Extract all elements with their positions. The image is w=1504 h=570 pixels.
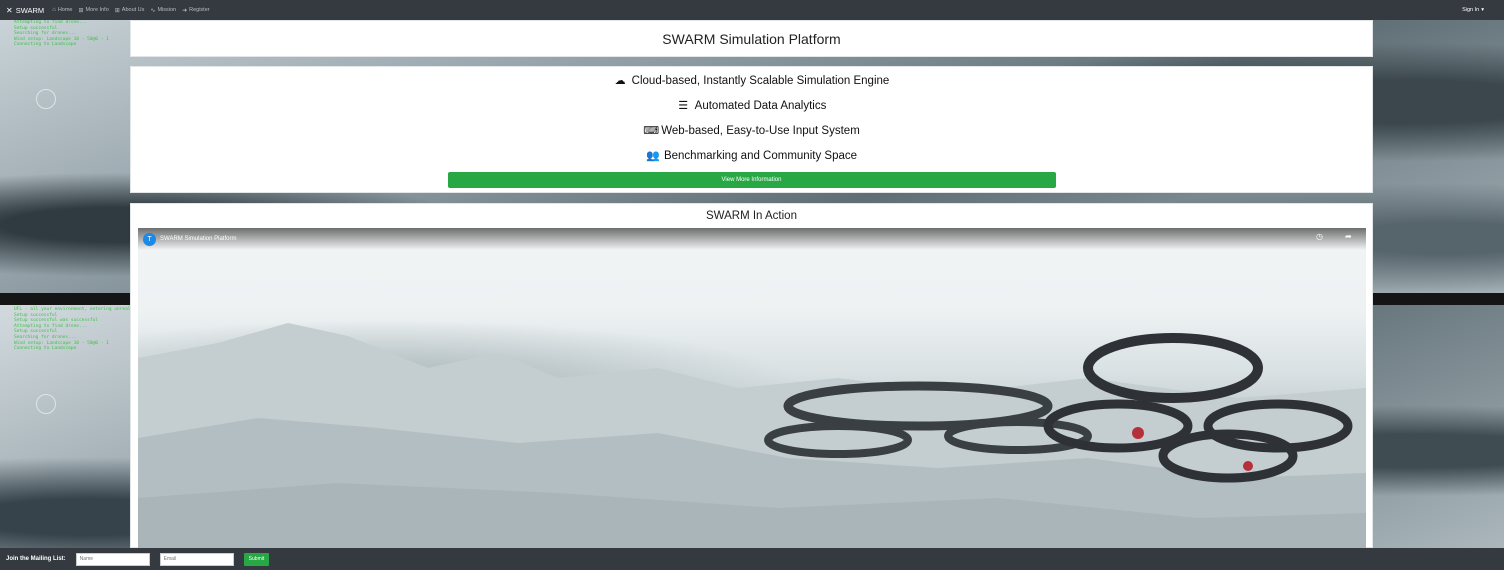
swarm-logo-icon: ✕ bbox=[6, 5, 13, 15]
watch-later-clock-icon[interactable]: ◷ bbox=[1316, 232, 1323, 241]
brand-link[interactable]: ✕ SWARM bbox=[6, 6, 44, 15]
share-arrow-icon[interactable]: ➦ bbox=[1345, 232, 1352, 241]
nav-link-label: About Us bbox=[121, 7, 145, 13]
nav-link-label: More Info bbox=[85, 7, 109, 13]
mission-icon: ∿ bbox=[150, 7, 156, 14]
nav-link-register[interactable]: ➜ Register bbox=[182, 7, 210, 14]
feature-label: Benchmarking and Community Space bbox=[663, 149, 858, 162]
sign-in-label: Sign In bbox=[1462, 7, 1480, 13]
name-input[interactable] bbox=[75, 552, 150, 566]
target-ring-icon bbox=[36, 394, 56, 414]
feature-label: Cloud-based, Instantly Scalable Simulati… bbox=[631, 74, 890, 87]
channel-avatar[interactable]: T bbox=[143, 232, 156, 246]
email-input[interactable] bbox=[159, 552, 234, 566]
home-icon: ⌂ bbox=[52, 7, 56, 13]
feature-label: Automated Data Analytics bbox=[694, 99, 827, 112]
about-icon: ⊞ bbox=[114, 7, 120, 14]
target-ring-icon bbox=[36, 89, 56, 109]
sign-in-dropdown[interactable]: Sign In ▾ bbox=[1462, 7, 1484, 13]
nav-link-about-us[interactable]: ⊞ About Us bbox=[115, 7, 145, 14]
users-icon: 👥 bbox=[645, 150, 660, 162]
nav-link-label: Home bbox=[57, 7, 73, 13]
nav-links: ⌂ Home ⊞ More Info ⊞ About Us ∿ Mission ➜ Registe… bbox=[52, 7, 215, 14]
video-title[interactable]: SWARM Simulation Platform bbox=[160, 236, 236, 242]
database-icon: ☰ bbox=[678, 100, 689, 112]
mailing-list-label: Join the Mailing List: bbox=[6, 556, 66, 562]
title-card: SWARM Simulation Platform bbox=[130, 20, 1373, 57]
video-frame-scene bbox=[138, 323, 1366, 548]
feature-item: ☁ Cloud-based, Instantly Scalable Simulat… bbox=[131, 68, 1372, 93]
feature-item: ⌨ Web-based, Easy-to-Use Input System bbox=[131, 118, 1372, 143]
nav-link-more-info[interactable]: ⊞ More Info bbox=[78, 7, 108, 14]
features-card: ☁ Cloud-based, Instantly Scalable Simulat… bbox=[130, 66, 1373, 193]
mailing-list-footer: Join the Mailing List: Submit bbox=[0, 548, 1504, 570]
brand-name: SWARM bbox=[15, 5, 45, 15]
feature-list: ☁ Cloud-based, Instantly Scalable Simulat… bbox=[131, 68, 1372, 168]
embedded-video-player[interactable]: T SWARM Simulation Platform ◷ ➦ bbox=[138, 228, 1366, 548]
register-icon: ➜ bbox=[182, 7, 188, 14]
top-navbar: ✕ SWARM ⌂ Home ⊞ More Info ⊞ About Us ∿ Mission… bbox=[0, 0, 1504, 20]
nav-link-mission[interactable]: ∿ Mission bbox=[150, 7, 176, 14]
view-more-information-button[interactable]: View More Information bbox=[447, 172, 1056, 188]
video-heading: SWARM In Action bbox=[706, 210, 797, 222]
feature-item: ☰ Automated Data Analytics bbox=[131, 93, 1372, 118]
info-icon: ⊞ bbox=[78, 7, 84, 14]
background-log-top: Attempting to find drone... Setup success… bbox=[14, 20, 109, 48]
log-line: Connecting to Landscape bbox=[14, 42, 77, 48]
video-card: SWARM In Action T SWARM Simulation Platf… bbox=[130, 203, 1373, 548]
nav-link-label: Register bbox=[189, 7, 210, 13]
feature-item: 👥 Benchmarking and Community Space bbox=[131, 143, 1372, 168]
submit-button[interactable]: Submit bbox=[243, 552, 270, 566]
nav-link-home[interactable]: ⌂ Home bbox=[52, 7, 72, 14]
page-title: SWARM Simulation Platform bbox=[662, 30, 841, 47]
nav-link-label: Mission bbox=[157, 7, 177, 13]
caret-down-icon: ▾ bbox=[1481, 7, 1484, 13]
feature-label: Web-based, Easy-to-Use Input System bbox=[661, 124, 860, 137]
keyboard-icon: ⌨ bbox=[643, 125, 660, 137]
cloud-upload-icon: ☁ bbox=[614, 75, 626, 87]
video-title-bar: T SWARM Simulation Platform bbox=[138, 228, 1366, 250]
